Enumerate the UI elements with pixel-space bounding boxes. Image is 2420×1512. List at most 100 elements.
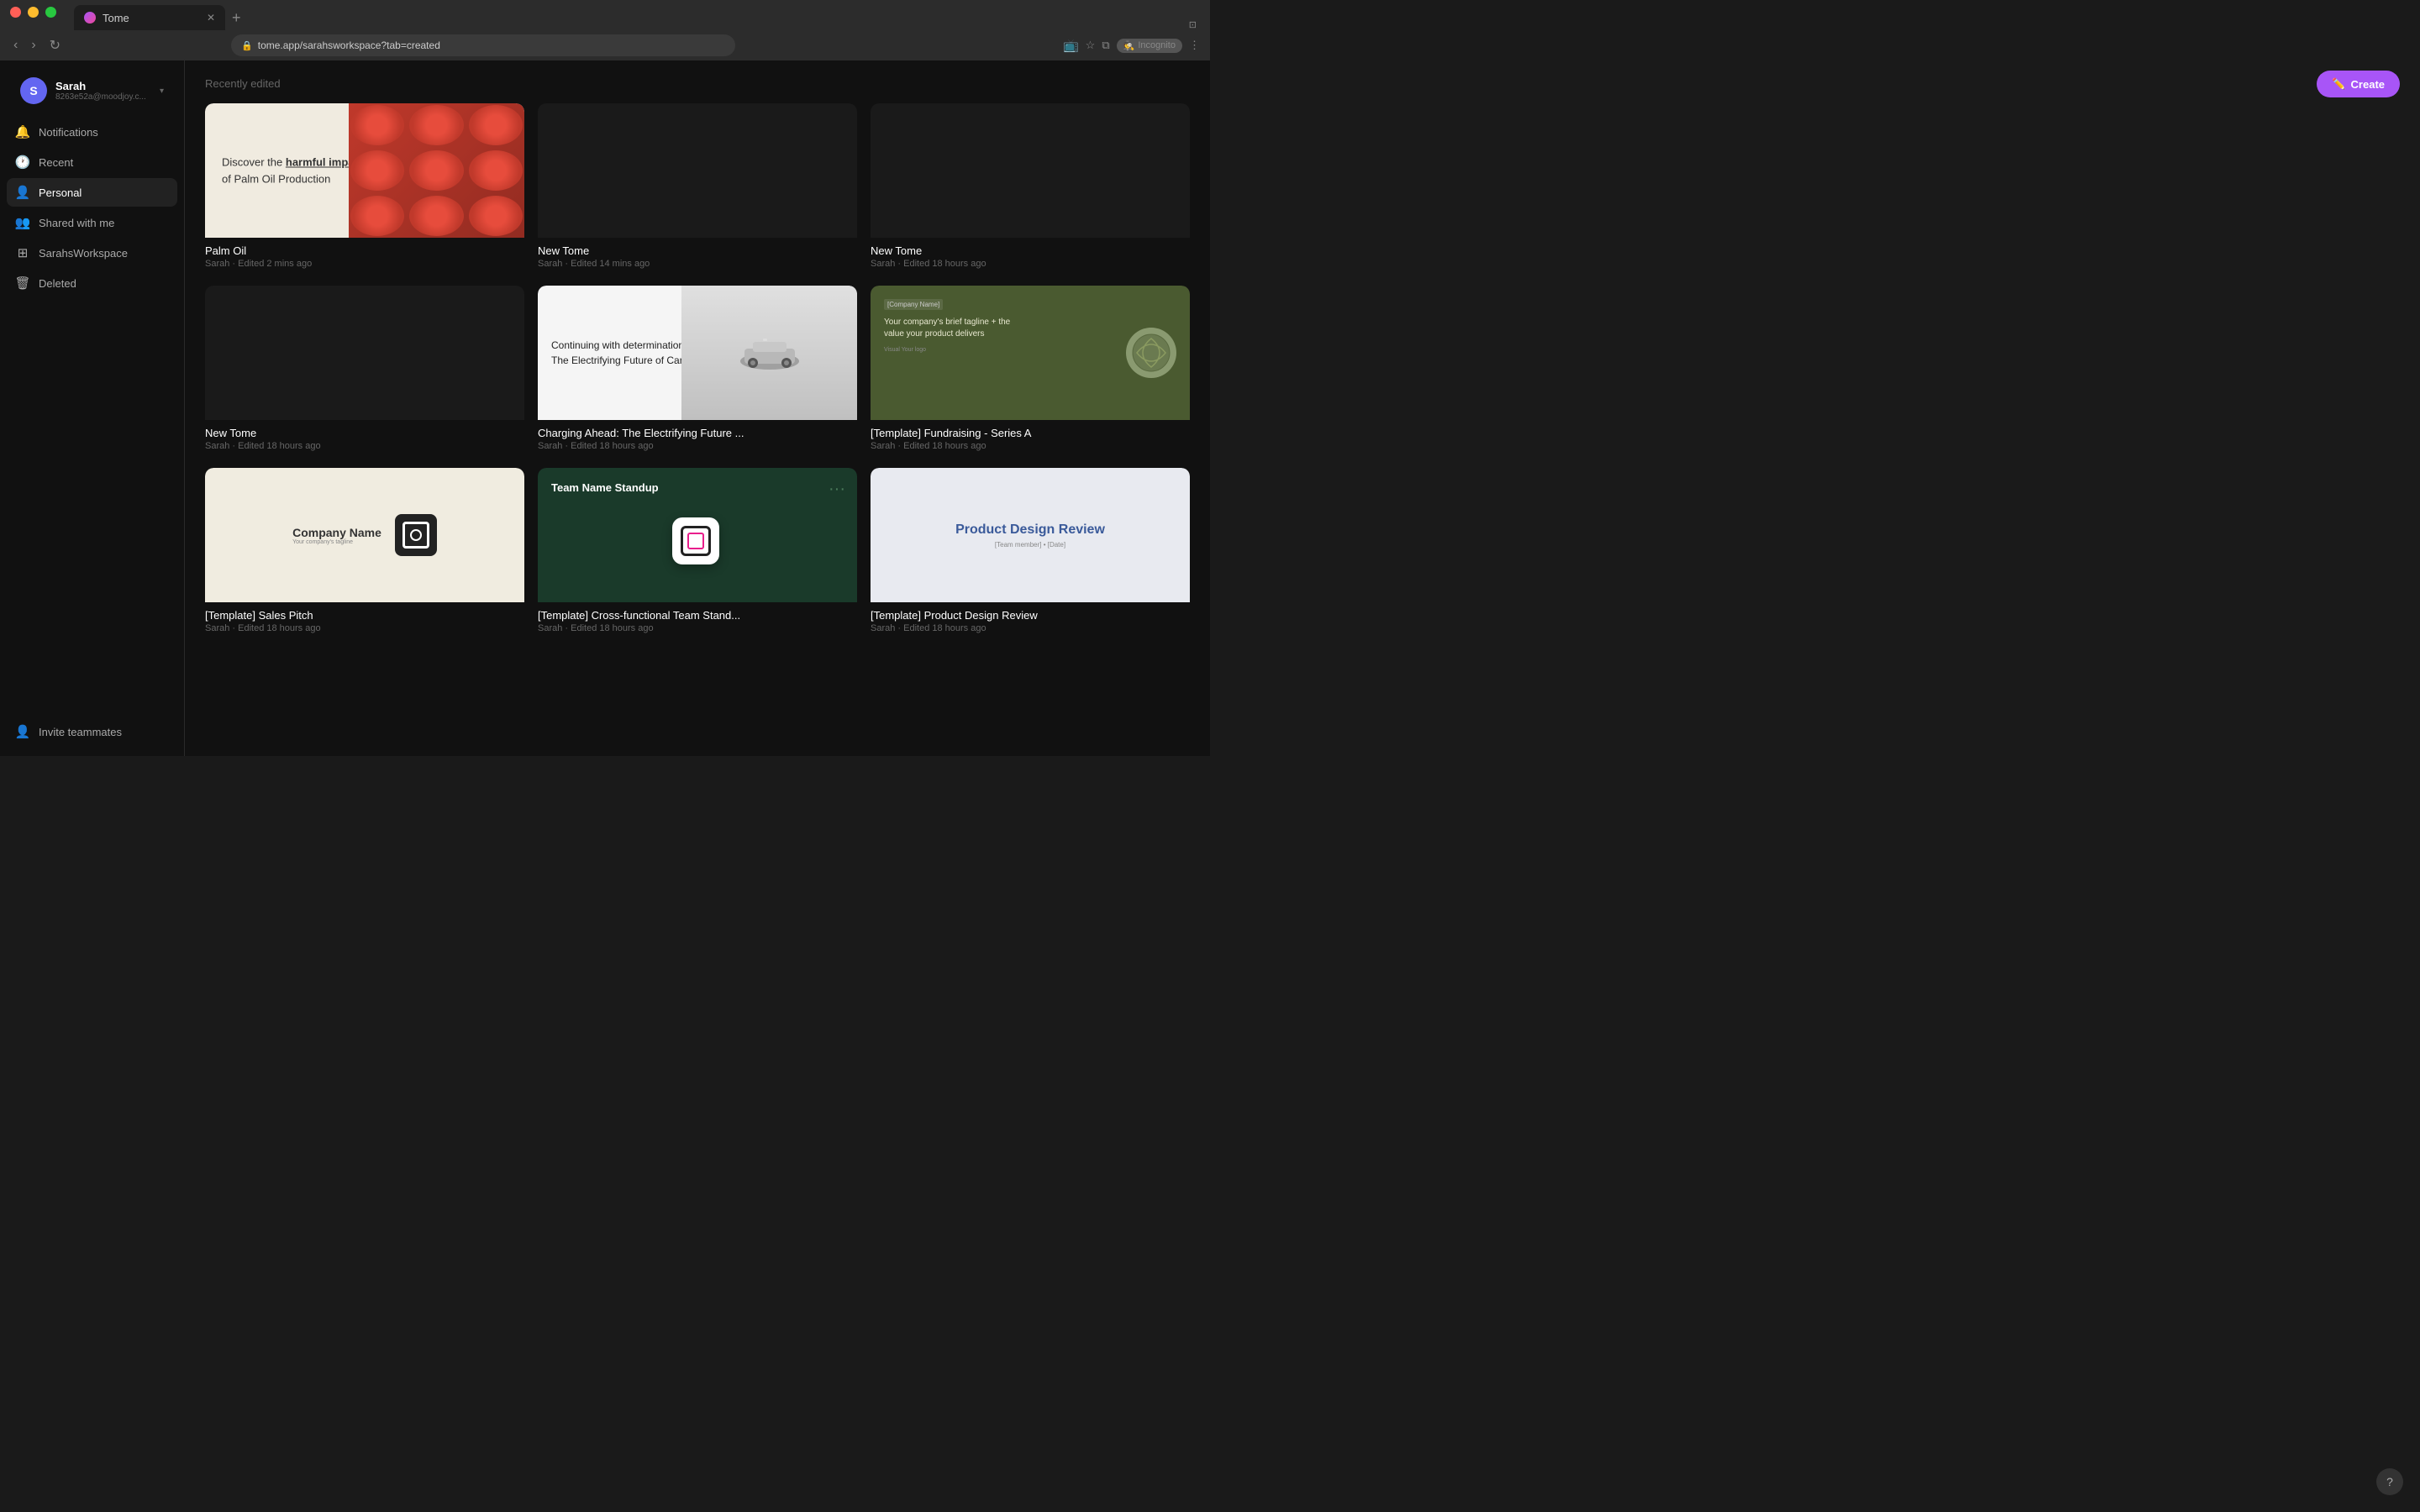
sidebar-item-shared[interactable]: 👥 Shared with me: [7, 208, 177, 237]
card-title: Palm Oil: [205, 244, 524, 257]
car-svg: [736, 332, 803, 374]
user-profile-button[interactable]: S Sarah 8263e52a@moodjoy.c... ▾: [7, 71, 177, 111]
cards-grid: Discover the harmful impact of Palm Oil …: [205, 103, 1190, 637]
chevron-down-icon: ▾: [160, 87, 164, 96]
browser-chrome: Tome ✕ + ⊡ ‹ › ↻ 🔒 tome.app/sarahsworksp…: [0, 0, 1210, 60]
tab-favicon: [84, 12, 96, 24]
palm-oil-text: Discover the harmful impact of Palm Oil …: [222, 155, 366, 187]
tab-close-button[interactable]: ✕: [207, 12, 215, 24]
avatar: S: [20, 77, 47, 104]
card-thumbnail: [871, 103, 1190, 238]
product-design-subtitle: [Team member] • [Date]: [995, 541, 1065, 549]
incognito-label: Incognito: [1138, 40, 1176, 50]
card-info: New Tome Sarah · Edited 18 hours ago: [205, 420, 524, 454]
company-name-tag: [Company Name]: [884, 299, 943, 310]
address-bar-row: ‹ › ↻ 🔒 tome.app/sarahsworkspace?tab=cre…: [0, 30, 1210, 60]
card-meta: Sarah · Edited 18 hours ago: [205, 623, 524, 633]
card-title: New Tome: [871, 244, 1190, 257]
clock-icon: 🕐: [15, 155, 30, 170]
main-content: Recently edited Discover the harmful imp…: [185, 60, 1210, 756]
sidebar-item-label: Recent: [39, 156, 73, 169]
circle-logo: [1126, 328, 1176, 378]
card-meta: Sarah · Edited 18 hours ago: [538, 623, 857, 633]
card-thumbnail: Product Design Review [Team member] • [D…: [871, 468, 1190, 602]
flower-cell: [469, 150, 523, 191]
trash-icon: 🗑: [15, 276, 30, 291]
sidebar-item-notifications[interactable]: 🔔 Notifications: [7, 118, 177, 146]
sidebar-item-workspace[interactable]: ⊞ SarahsWorkspace: [7, 239, 177, 267]
card-product-design-review[interactable]: Product Design Review [Team member] • [D…: [871, 468, 1190, 637]
card-charging[interactable]: Continuing with determination.: The Elec…: [538, 286, 857, 454]
active-tab[interactable]: Tome ✕: [74, 5, 225, 30]
card-info: [Template] Cross-functional Team Stand..…: [538, 602, 857, 637]
card-thumbnail: Continuing with determination.: The Elec…: [538, 286, 857, 420]
card-title: [Template] Cross-functional Team Stand..…: [538, 609, 857, 622]
cast-icon[interactable]: 📺: [1063, 38, 1079, 53]
bookmark-icon[interactable]: ☆: [1086, 39, 1096, 52]
card-palm-oil[interactable]: Discover the harmful impact of Palm Oil …: [205, 103, 524, 272]
flower-cell: [469, 196, 523, 236]
tab-label: Tome: [103, 12, 129, 24]
card-fundraising[interactable]: [Company Name] Your company's brief tagl…: [871, 286, 1190, 454]
incognito-icon: 🕵: [1123, 40, 1135, 51]
forward-button[interactable]: ›: [28, 36, 39, 55]
card-new-tome-1[interactable]: New Tome Sarah · Edited 14 mins ago: [538, 103, 857, 272]
bell-icon: 🔔: [15, 124, 30, 139]
extensions-icon[interactable]: ⧉: [1102, 39, 1109, 52]
help-button[interactable]: ?: [2376, 1468, 2403, 1495]
card-title: [Template] Product Design Review: [871, 609, 1190, 622]
sales-text: Company Name Your company's tagline: [292, 526, 381, 545]
maximize-window-button[interactable]: [45, 7, 56, 18]
card-new-tome-2[interactable]: New Tome Sarah · Edited 18 hours ago: [871, 103, 1190, 272]
product-design-title: Product Design Review: [955, 522, 1105, 538]
card-sales-pitch[interactable]: Company Name Your company's tagline [Tem…: [205, 468, 524, 637]
add-person-icon: 👤: [15, 724, 30, 739]
create-button[interactable]: ✏️ Create: [2317, 71, 2400, 97]
back-button[interactable]: ‹: [10, 36, 21, 55]
sidebar-item-label: Personal: [39, 186, 82, 199]
sidebar-bottom: 👤 Invite teammates: [0, 717, 184, 746]
user-email: 8263e52a@moodjoy.c...: [55, 92, 151, 102]
sidebar-item-deleted[interactable]: 🗑 Deleted: [7, 269, 177, 297]
logo-inner-circle: [410, 529, 422, 541]
close-window-button[interactable]: [10, 7, 21, 18]
lock-icon: 🔒: [241, 40, 253, 51]
company-tagline-text: Your company's tagline: [292, 539, 381, 545]
card-standup[interactable]: Team Name Standup ··· [Template] Cross-f…: [538, 468, 857, 637]
sales-logo: [395, 514, 437, 556]
sidebar-item-recent[interactable]: 🕐 Recent: [7, 148, 177, 176]
tab-bar: Tome ✕ + ⊡: [0, 0, 1210, 30]
card-info: [Template] Sales Pitch Sarah · Edited 18…: [205, 602, 524, 637]
fundraising-left: [Company Name] Your company's brief tagl…: [884, 296, 1014, 353]
sidebar: S Sarah 8263e52a@moodjoy.c... ▾ 🔔 Notifi…: [0, 60, 185, 756]
card-title: New Tome: [538, 244, 857, 257]
charging-image: [681, 286, 857, 420]
address-bar[interactable]: 🔒 tome.app/sarahsworkspace?tab=created: [231, 34, 735, 56]
palm-oil-image: [349, 103, 524, 238]
minimize-window-button[interactable]: [28, 7, 39, 18]
person-icon: 👤: [15, 185, 30, 200]
new-tab-button[interactable]: +: [225, 5, 248, 30]
browser-menu-icon[interactable]: ⋮: [1189, 39, 1200, 52]
flower-cell: [409, 150, 463, 191]
company-name-text: Company Name: [292, 526, 381, 539]
card-title: Charging Ahead: The Electrifying Future …: [538, 427, 857, 439]
section-header: Recently edited: [205, 77, 1190, 90]
sidebar-item-label: Deleted: [39, 277, 76, 290]
invite-teammates-button[interactable]: 👤 Invite teammates: [7, 717, 177, 746]
sidebar-toggle-icon[interactable]: ⊡: [1189, 19, 1197, 30]
card-info: New Tome Sarah · Edited 14 mins ago: [538, 238, 857, 272]
card-info: New Tome Sarah · Edited 18 hours ago: [871, 238, 1190, 272]
sidebar-item-personal[interactable]: 👤 Personal: [7, 178, 177, 207]
card-meta: Sarah · Edited 14 mins ago: [538, 259, 857, 269]
fundraising-right: [1126, 328, 1176, 378]
reload-button[interactable]: ↻: [46, 35, 64, 55]
card-meta: Sarah · Edited 2 mins ago: [205, 259, 524, 269]
card-info: Charging Ahead: The Electrifying Future …: [538, 420, 857, 454]
grid-icon: ⊞: [15, 245, 30, 260]
card-new-tome-3[interactable]: New Tome Sarah · Edited 18 hours ago: [205, 286, 524, 454]
app-layout: S Sarah 8263e52a@moodjoy.c... ▾ 🔔 Notifi…: [0, 60, 1210, 756]
standup-logo: [672, 517, 723, 568]
logo-standup-inner: [681, 526, 711, 556]
flower-cell: [350, 105, 404, 145]
